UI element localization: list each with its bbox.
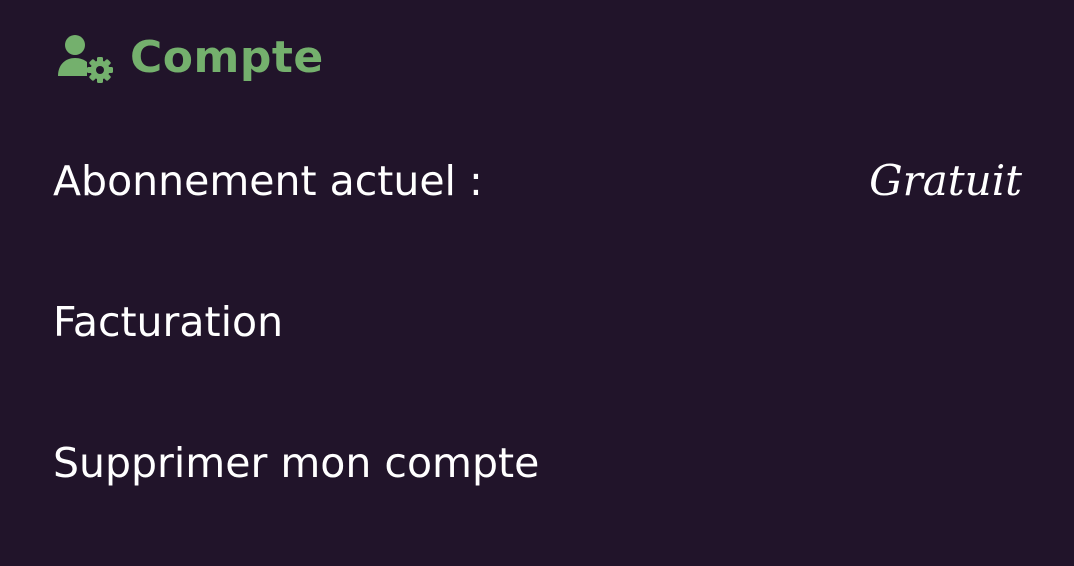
current-plan-row[interactable]: Abonnement actuel : Gratuit bbox=[53, 156, 1022, 206]
billing-label: Facturation bbox=[53, 297, 284, 346]
current-plan-value: Gratuit bbox=[869, 156, 1022, 205]
current-plan-label: Abonnement actuel : bbox=[53, 156, 483, 205]
delete-account-label: Supprimer mon compte bbox=[53, 438, 540, 487]
user-gear-icon bbox=[58, 35, 113, 83]
section-header: Compte bbox=[56, 32, 324, 84]
billing-item[interactable]: Facturation bbox=[53, 297, 1022, 347]
delete-account-item[interactable]: Supprimer mon compte bbox=[53, 438, 1022, 488]
page-title: Compte bbox=[130, 32, 324, 83]
